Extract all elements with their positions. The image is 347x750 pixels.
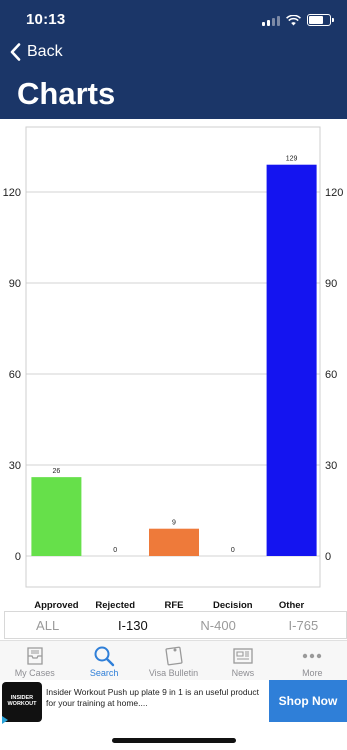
segment-i-765[interactable]: I-765 (261, 618, 346, 633)
battery-icon (307, 14, 334, 26)
ad-banner[interactable]: INSIDER WORKOUT Insider Workout Push up … (0, 680, 347, 724)
page-title: Charts (17, 76, 116, 111)
back-label: Back (27, 43, 63, 60)
tab-label: Search (89, 668, 119, 678)
status-bar: 10:13 (0, 0, 347, 40)
back-button[interactable]: Back (10, 43, 63, 61)
ad-text[interactable]: Insider Workout Push up plate 9 in 1 is … (46, 687, 261, 708)
bar-other (266, 164, 317, 556)
y-tick-label-left: 90 (9, 278, 21, 290)
chart-canvas: 0 030 3060 6090 90120 12026Approved0Rejected9… (3, 126, 343, 611)
x-category-label: Approved (34, 600, 79, 611)
tab-label: My Cases (14, 668, 55, 678)
segment-n-400[interactable]: N-400 (176, 618, 261, 633)
tab-label: More (302, 668, 323, 678)
bar-value-label: 0 (113, 547, 117, 554)
bar-approved (31, 477, 82, 556)
chevron-left-icon (10, 43, 21, 61)
y-tick-label-left: 60 (9, 369, 21, 381)
status-time: 10:13 (26, 11, 66, 28)
newspaper-icon (231, 644, 255, 668)
bar-value-label: 9 (172, 520, 176, 527)
y-tick-label-right: 90 (325, 278, 337, 290)
bulletin-icon (162, 644, 186, 668)
bar-rfe (149, 528, 199, 556)
bar-value-label: 0 (231, 547, 235, 554)
form-type-segmented-control: ALL I-130 N-400 I-765 (4, 611, 347, 639)
tab-visa-bulletin[interactable]: Visa Bulletin (139, 641, 208, 680)
y-tick-label-right: 30 (325, 460, 337, 472)
bar-chart: 0 0 30 30 60 60 90 90 120 120 26 Approved 0 Rejected 9… (0, 119, 347, 611)
y-tick-label-left: 0 (15, 551, 21, 563)
y-tick-label-left: 120 (3, 187, 21, 199)
nav-header: 10:13 Back Charts (0, 0, 347, 119)
segment-i-130[interactable]: I-130 (90, 618, 175, 633)
ad-image-text: INSIDER WORKOUT (7, 695, 37, 707)
signal-icon (262, 15, 280, 26)
inbox-icon (23, 644, 47, 668)
ad-image[interactable]: INSIDER WORKOUT (2, 682, 42, 722)
tab-label: Visa Bulletin (148, 668, 199, 678)
tab-news[interactable]: News (208, 641, 277, 680)
x-category-label: Rejected (95, 600, 135, 611)
y-tick-label-right: 120 (325, 187, 343, 199)
adchoices-icon[interactable] (2, 716, 8, 724)
x-category-label: Decision (213, 600, 253, 611)
y-tick-label-right: 60 (325, 369, 337, 381)
wifi-icon (286, 14, 301, 25)
tab-my-cases[interactable]: My Cases (0, 641, 69, 680)
tab-label: News (231, 668, 255, 678)
tab-bar: My Cases Search Visa Bulletin News More (0, 640, 347, 680)
x-category-label: Other (279, 600, 305, 611)
shop-now-button[interactable]: Shop Now (269, 680, 347, 722)
tab-search[interactable]: Search (69, 641, 138, 680)
search-icon (92, 644, 116, 668)
x-category-label: RFE (165, 600, 184, 611)
home-indicator (112, 738, 236, 743)
bar-value-label: 129 (286, 156, 298, 163)
more-icon (300, 644, 324, 668)
y-tick-label-right: 0 (325, 551, 331, 563)
status-icons (262, 13, 334, 27)
bar-value-label: 26 (53, 468, 61, 475)
segment-all[interactable]: ALL (5, 618, 90, 633)
tab-more[interactable]: More (278, 641, 347, 680)
y-tick-label-left: 30 (9, 460, 21, 472)
